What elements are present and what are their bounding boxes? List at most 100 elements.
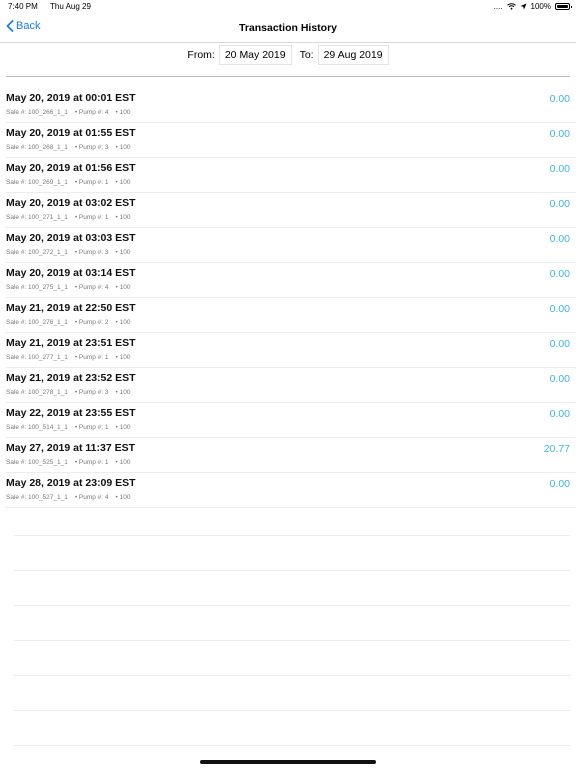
transaction-date: May 21, 2019 at 23:51 EST (6, 337, 136, 349)
transaction-extra: • 100 (115, 354, 131, 361)
sale-number: Sale #: 100_272_1_1 (6, 249, 68, 256)
header-divider (6, 76, 570, 77)
empty-row (14, 571, 570, 606)
transaction-meta: Sale #: 100_266_1_1 • Pump #: 4 • 100 (6, 109, 137, 116)
transaction-row[interactable]: May 20, 2019 at 03:14 EST Sale #: 100_275… (6, 263, 576, 298)
transaction-row[interactable]: May 27, 2019 at 11:37 EST Sale #: 100_525… (6, 438, 576, 473)
transaction-amount: 0.00 (549, 268, 570, 280)
transaction-extra: • 100 (115, 459, 131, 466)
transaction-extra: • 100 (115, 284, 131, 291)
transaction-meta: Sale #: 100_525_1_1 • Pump #: 1 • 100 (6, 459, 137, 466)
transaction-meta: Sale #: 100_272_1_1 • Pump #: 3 • 100 (6, 249, 137, 256)
status-left: 7:40 PM Thu Aug 29 (8, 2, 91, 11)
empty-row (14, 711, 570, 746)
transaction-amount: 0.00 (549, 93, 570, 105)
transaction-date: May 28, 2019 at 23:09 EST (6, 477, 136, 489)
sale-number: Sale #: 100_525_1_1 (6, 459, 68, 466)
status-time: 7:40 PM (8, 2, 38, 11)
transaction-list: May 20, 2019 at 00:01 EST Sale #: 100_266… (0, 88, 576, 508)
transaction-amount: 0.00 (549, 338, 570, 350)
transaction-row[interactable]: May 21, 2019 at 23:52 EST Sale #: 100_278… (6, 368, 576, 403)
transaction-row[interactable]: May 21, 2019 at 22:50 EST Sale #: 100_276… (6, 298, 576, 333)
pump-number: • Pump #: 3 (74, 249, 109, 256)
sale-number: Sale #: 100_275_1_1 (6, 284, 68, 291)
transaction-amount: 0.00 (549, 478, 570, 490)
status-date: Thu Aug 29 (50, 2, 91, 11)
from-label: From: (187, 49, 215, 61)
transaction-date: May 20, 2019 at 01:56 EST (6, 162, 136, 174)
transaction-date: May 20, 2019 at 00:01 EST (6, 92, 136, 104)
pump-number: • Pump #: 1 (74, 179, 109, 186)
transaction-date: May 20, 2019 at 03:02 EST (6, 197, 136, 209)
transaction-row[interactable]: May 22, 2019 at 23:55 EST Sale #: 100_514… (6, 403, 576, 438)
transaction-amount: 0.00 (549, 163, 570, 175)
transaction-extra: • 100 (115, 424, 131, 431)
pump-number: • Pump #: 1 (74, 459, 109, 466)
transaction-amount: 0.00 (549, 303, 570, 315)
transaction-extra: • 100 (115, 494, 131, 501)
pump-number: • Pump #: 1 (74, 354, 109, 361)
transaction-amount: 0.00 (549, 373, 570, 385)
pump-number: • Pump #: 3 (74, 389, 109, 396)
page-title: Transaction History (238, 22, 338, 34)
transaction-row[interactable]: May 21, 2019 at 23:51 EST Sale #: 100_277… (6, 333, 576, 368)
sale-number: Sale #: 100_269_1_1 (6, 179, 68, 186)
battery-icon (555, 3, 572, 10)
transaction-meta: Sale #: 100_278_1_1 • Pump #: 3 • 100 (6, 389, 137, 396)
transaction-date: May 20, 2019 at 01:55 EST (6, 127, 136, 139)
sale-number: Sale #: 100_527_1_1 (6, 494, 68, 501)
transaction-row[interactable]: May 20, 2019 at 00:01 EST Sale #: 100_266… (6, 88, 576, 123)
transaction-amount: 0.00 (549, 198, 570, 210)
transaction-meta: Sale #: 100_269_1_1 • Pump #: 1 • 100 (6, 179, 137, 186)
date-range-filter: From: 20 May 2019 To: 29 Aug 2019 (0, 45, 576, 65)
transaction-extra: • 100 (115, 144, 131, 151)
transaction-date: May 22, 2019 at 23:55 EST (6, 407, 136, 419)
pump-number: • Pump #: 1 (74, 424, 109, 431)
empty-rows (14, 501, 570, 746)
transaction-meta: Sale #: 100_277_1_1 • Pump #: 1 • 100 (6, 354, 137, 361)
empty-row (14, 606, 570, 641)
sale-number: Sale #: 100_276_1_1 (6, 319, 68, 326)
status-bar: 7:40 PM Thu Aug 29 .... 100% (0, 0, 576, 14)
status-right: .... 100% (493, 2, 572, 11)
transaction-date: May 27, 2019 at 11:37 EST (6, 442, 135, 454)
pump-number: • Pump #: 4 (74, 109, 109, 116)
to-date-field[interactable]: 29 Aug 2019 (317, 45, 389, 65)
signal-icon: .... (493, 2, 503, 11)
transaction-meta: Sale #: 100_268_1_1 • Pump #: 3 • 100 (6, 144, 137, 151)
to-label: To: (299, 49, 314, 61)
pump-number: • Pump #: 1 (74, 214, 109, 221)
pump-number: • Pump #: 3 (74, 144, 109, 151)
transaction-row[interactable]: May 20, 2019 at 01:55 EST Sale #: 100_268… (6, 123, 576, 158)
sale-number: Sale #: 100_266_1_1 (6, 109, 68, 116)
sale-number: Sale #: 100_271_1_1 (6, 214, 68, 221)
transaction-date: May 20, 2019 at 03:03 EST (6, 232, 136, 244)
navigation-bar: Back Transaction History (0, 14, 576, 43)
transaction-amount: 20.77 (543, 443, 570, 455)
transaction-amount: 0.00 (549, 408, 570, 420)
transaction-date: May 21, 2019 at 22:50 EST (6, 302, 136, 314)
pump-number: • Pump #: 4 (74, 284, 109, 291)
transaction-extra: • 100 (115, 319, 131, 326)
transaction-row[interactable]: May 20, 2019 at 03:03 EST Sale #: 100_272… (6, 228, 576, 263)
wifi-icon (506, 3, 516, 10)
transaction-meta: Sale #: 100_514_1_1 • Pump #: 1 • 100 (6, 424, 137, 431)
transaction-meta: Sale #: 100_276_1_1 • Pump #: 2 • 100 (6, 319, 137, 326)
transaction-extra: • 100 (115, 214, 131, 221)
transaction-amount: 0.00 (549, 233, 570, 245)
transaction-row[interactable]: May 20, 2019 at 01:56 EST Sale #: 100_269… (6, 158, 576, 193)
empty-row (14, 536, 570, 571)
pump-number: • Pump #: 4 (74, 494, 109, 501)
sale-number: Sale #: 100_278_1_1 (6, 389, 68, 396)
pump-number: • Pump #: 2 (74, 319, 109, 326)
transaction-amount: 0.00 (549, 128, 570, 140)
from-date-field[interactable]: 20 May 2019 (218, 45, 292, 65)
transaction-meta: Sale #: 100_527_1_1 • Pump #: 4 • 100 (6, 494, 137, 501)
sale-number: Sale #: 100_268_1_1 (6, 144, 68, 151)
transaction-row[interactable]: May 20, 2019 at 03:02 EST Sale #: 100_271… (6, 193, 576, 228)
location-arrow-icon (520, 3, 527, 10)
sale-number: Sale #: 100_277_1_1 (6, 354, 68, 361)
transaction-meta: Sale #: 100_275_1_1 • Pump #: 4 • 100 (6, 284, 137, 291)
transaction-date: May 20, 2019 at 03:14 EST (6, 267, 136, 279)
empty-row (14, 641, 570, 676)
